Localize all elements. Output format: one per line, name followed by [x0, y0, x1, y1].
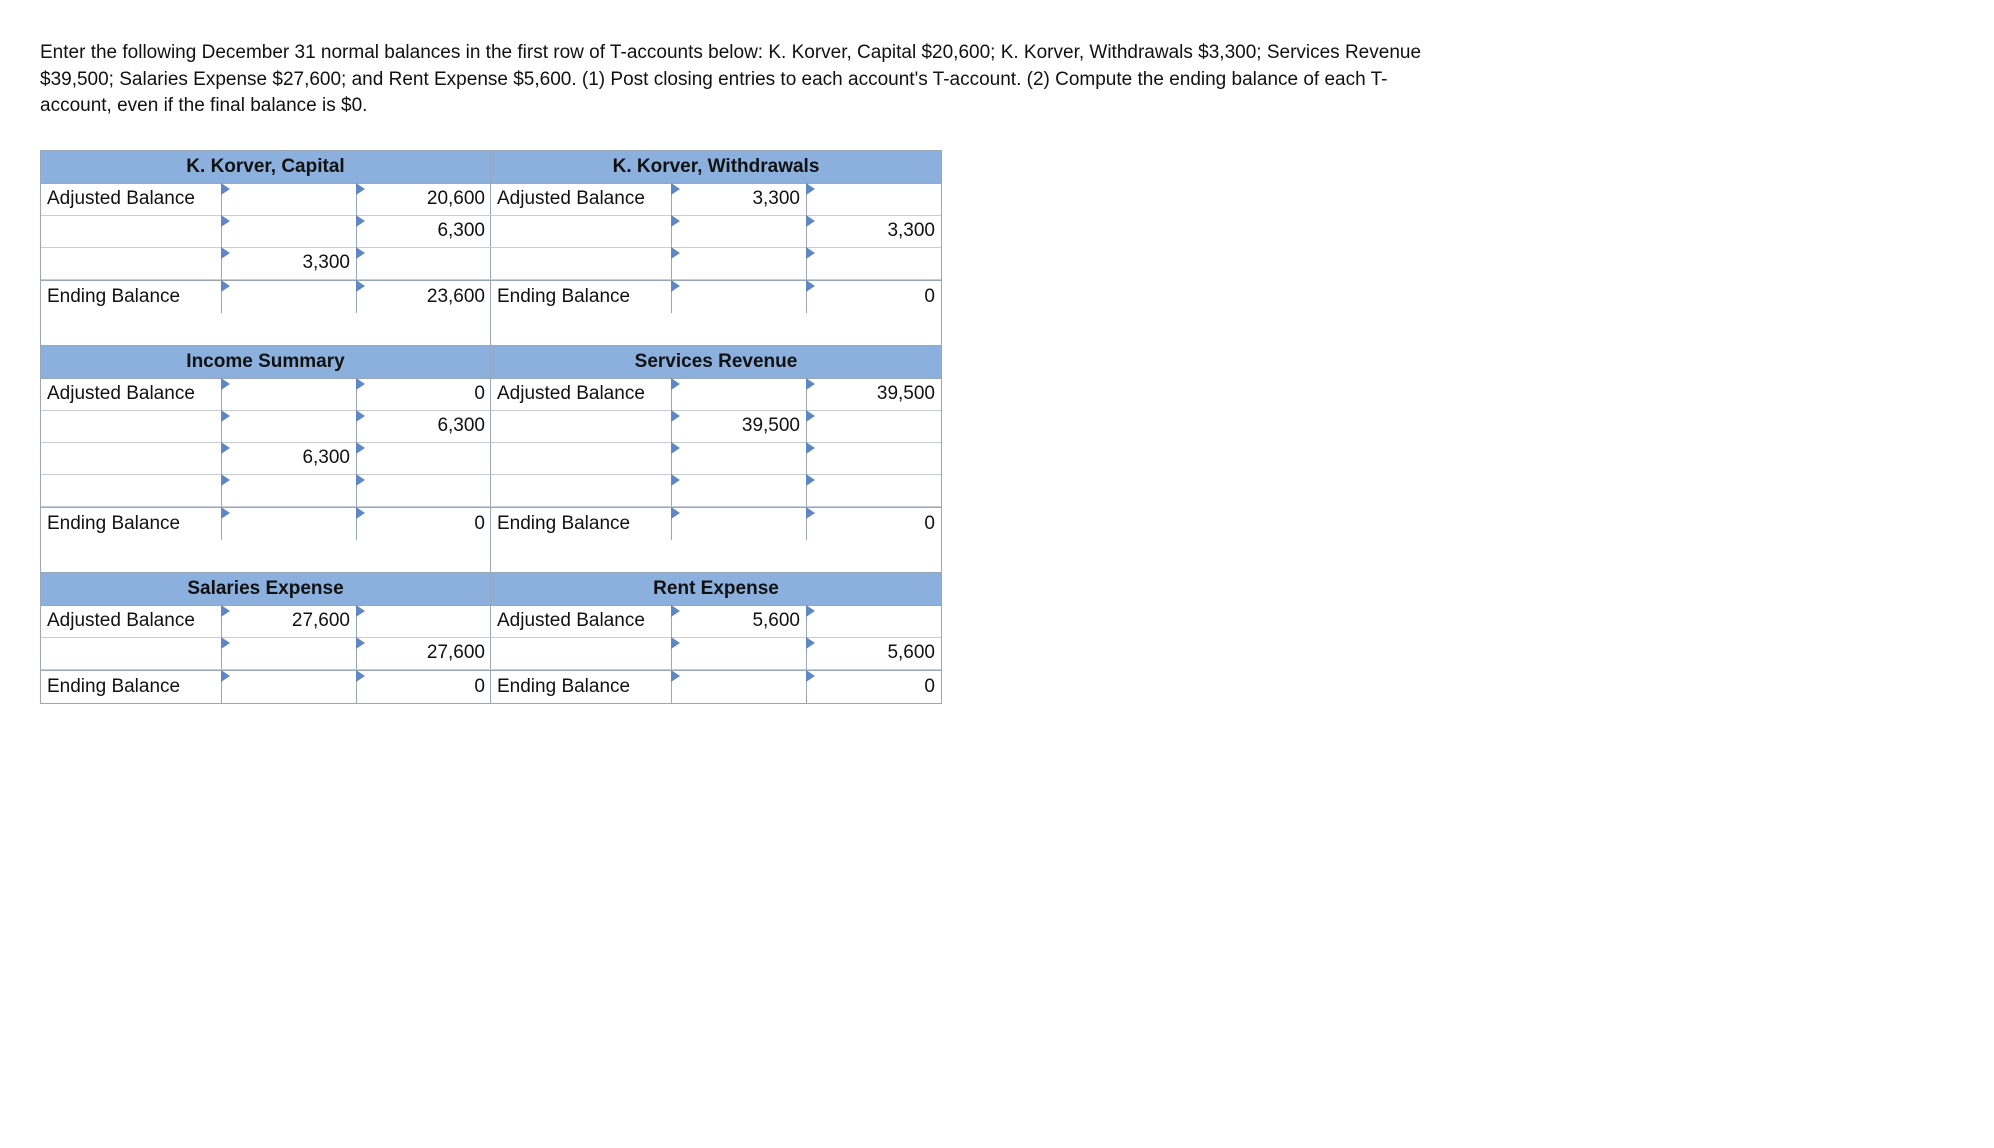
instructions-text: Enter the following December 31 normal b…	[40, 40, 1440, 120]
row-label	[491, 443, 671, 475]
row-label	[41, 638, 221, 670]
credit-input[interactable]	[806, 184, 941, 216]
credit-input[interactable]: 20,600	[356, 184, 491, 216]
debit-input[interactable]	[221, 671, 356, 703]
row-label	[41, 411, 221, 443]
taccount-income-summary: Income Summary Adjusted Balance 0 6,300 …	[41, 345, 491, 572]
debit-input[interactable]	[671, 443, 806, 475]
row-label: Ending Balance	[41, 671, 221, 703]
credit-input[interactable]	[356, 248, 491, 280]
row-label: Adjusted Balance	[41, 184, 221, 216]
row-label: Ending Balance	[41, 508, 221, 540]
credit-input[interactable]	[806, 248, 941, 280]
credit-input[interactable]: 0	[356, 379, 491, 411]
row-label: Adjusted Balance	[491, 184, 671, 216]
row-label: Adjusted Balance	[41, 606, 221, 638]
account-title: Rent Expense	[491, 572, 941, 606]
debit-input[interactable]	[671, 671, 806, 703]
row-label	[41, 248, 221, 280]
account-title: K. Korver, Capital	[41, 151, 490, 184]
row-label	[41, 443, 221, 475]
credit-input[interactable]: 5,600	[806, 638, 941, 670]
debit-input[interactable]	[671, 281, 806, 313]
row-label	[491, 638, 671, 670]
credit-input[interactable]	[806, 606, 941, 638]
debit-input[interactable]: 3,300	[671, 184, 806, 216]
taccount-withdrawals: K. Korver, Withdrawals Adjusted Balance …	[491, 151, 941, 345]
row-label	[491, 216, 671, 248]
account-title: Salaries Expense	[41, 572, 490, 606]
taccount-rent-expense: Rent Expense Adjusted Balance 5,600 5,60…	[491, 572, 941, 703]
row-label: Ending Balance	[41, 281, 221, 313]
taccount-services-revenue: Services Revenue Adjusted Balance 39,500…	[491, 345, 941, 572]
credit-input[interactable]: 3,300	[806, 216, 941, 248]
credit-input[interactable]	[806, 411, 941, 443]
taccount-capital: K. Korver, Capital Adjusted Balance 20,6…	[41, 151, 491, 345]
credit-input[interactable]	[356, 443, 491, 475]
row-label	[491, 411, 671, 443]
credit-input[interactable]: 0	[806, 281, 941, 313]
credit-input[interactable]: 27,600	[356, 638, 491, 670]
row-label: Ending Balance	[491, 281, 671, 313]
credit-input[interactable]: 6,300	[356, 216, 491, 248]
row-label	[491, 475, 671, 507]
debit-input[interactable]	[221, 281, 356, 313]
debit-input[interactable]	[671, 475, 806, 507]
debit-input[interactable]	[671, 216, 806, 248]
debit-input[interactable]	[221, 184, 356, 216]
credit-input[interactable]: 0	[356, 671, 491, 703]
credit-input[interactable]	[806, 443, 941, 475]
debit-input[interactable]	[671, 508, 806, 540]
debit-input[interactable]	[221, 508, 356, 540]
debit-input[interactable]: 5,600	[671, 606, 806, 638]
credit-input[interactable]: 6,300	[356, 411, 491, 443]
account-title: K. Korver, Withdrawals	[491, 151, 941, 184]
row-label: Ending Balance	[491, 508, 671, 540]
t-accounts-grid: K. Korver, Capital Adjusted Balance 20,6…	[40, 150, 942, 704]
row-label: Adjusted Balance	[491, 379, 671, 411]
row-label: Ending Balance	[491, 671, 671, 703]
credit-input[interactable]: 0	[806, 671, 941, 703]
debit-input[interactable]: 3,300	[221, 248, 356, 280]
row-label	[41, 475, 221, 507]
account-title: Services Revenue	[491, 345, 941, 379]
debit-input[interactable]: 39,500	[671, 411, 806, 443]
row-label	[491, 248, 671, 280]
credit-input[interactable]: 0	[806, 508, 941, 540]
debit-input[interactable]	[671, 638, 806, 670]
credit-input[interactable]	[356, 606, 491, 638]
credit-input[interactable]: 39,500	[806, 379, 941, 411]
debit-input[interactable]	[221, 216, 356, 248]
credit-input[interactable]	[356, 475, 491, 507]
debit-input[interactable]	[221, 379, 356, 411]
debit-input[interactable]	[221, 411, 356, 443]
row-label: Adjusted Balance	[491, 606, 671, 638]
credit-input[interactable]: 23,600	[356, 281, 491, 313]
debit-input[interactable]	[671, 248, 806, 280]
debit-input[interactable]: 6,300	[221, 443, 356, 475]
credit-input[interactable]: 0	[356, 508, 491, 540]
debit-input[interactable]	[221, 638, 356, 670]
row-label: Adjusted Balance	[41, 379, 221, 411]
taccount-salaries-expense: Salaries Expense Adjusted Balance 27,600…	[41, 572, 491, 703]
debit-input[interactable]: 27,600	[221, 606, 356, 638]
row-label	[41, 216, 221, 248]
credit-input[interactable]	[806, 475, 941, 507]
account-title: Income Summary	[41, 345, 490, 379]
debit-input[interactable]	[221, 475, 356, 507]
debit-input[interactable]	[671, 379, 806, 411]
